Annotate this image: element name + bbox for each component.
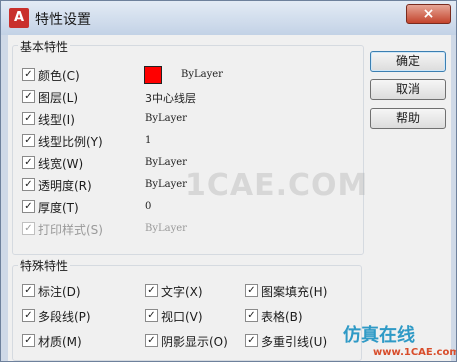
special-item-shadow-display[interactable]: ✓ 阴影显示(O): [145, 331, 255, 351]
cancel-button[interactable]: 取消: [370, 79, 446, 100]
layer-value: 3中心线层: [145, 92, 196, 105]
polyline-label: 多段线(P): [38, 310, 91, 324]
shadow-display-label: 阴影显示(O): [161, 335, 228, 349]
color-checkbox[interactable]: ✓: [22, 68, 35, 81]
hatch-checkbox[interactable]: ✓: [245, 284, 258, 297]
help-button[interactable]: 帮助: [370, 108, 446, 129]
linetype-scale-label: 线型比例(Y): [38, 135, 103, 149]
watermark: 1CAE.COM: [185, 168, 369, 203]
viewport-checkbox[interactable]: ✓: [145, 309, 158, 322]
lineweight-checkbox[interactable]: ✓: [22, 156, 35, 169]
special-item-polyline[interactable]: ✓ 多段线(P): [22, 306, 132, 326]
thickness-checkbox[interactable]: ✓: [22, 200, 35, 213]
ok-button[interactable]: 确定: [370, 51, 446, 72]
brand-url-watermark: www.1CAE.com: [373, 347, 457, 358]
polyline-checkbox[interactable]: ✓: [22, 309, 35, 322]
color-value: ByLayer: [181, 69, 223, 80]
plot-style-label: 打印样式(S): [38, 223, 103, 237]
basic-row-plot-style: ✓ 打印样式(S) ByLayer: [22, 219, 352, 239]
layer-checkbox[interactable]: ✓: [22, 90, 35, 103]
transparency-checkbox[interactable]: ✓: [22, 178, 35, 191]
lineweight-label: 线宽(W): [38, 157, 84, 171]
text-checkbox[interactable]: ✓: [145, 284, 158, 297]
text-label: 文字(X): [161, 285, 203, 299]
multileader-label: 多重引线(U): [261, 335, 328, 349]
lineweight-value: ByLayer: [145, 157, 187, 168]
special-item-hatch[interactable]: ✓ 图案填充(H): [245, 281, 355, 301]
thickness-label: 厚度(T): [38, 201, 79, 215]
brand-watermark: 仿真在线: [343, 325, 415, 346]
title-bar[interactable]: A 特性设置 ×: [1, 1, 456, 35]
multileader-checkbox[interactable]: ✓: [245, 334, 258, 347]
basic-properties-title: 基本特性: [18, 38, 71, 55]
special-properties-title: 特殊特性: [18, 257, 71, 274]
layer-label: 图层(L): [38, 91, 79, 105]
transparency-label: 透明度(R): [38, 179, 92, 193]
table-label: 表格(B): [261, 310, 303, 324]
basic-row-color[interactable]: ✓ 颜色(C) ByLayer: [22, 65, 352, 85]
basic-row-linetype-scale[interactable]: ✓ 线型比例(Y) 1: [22, 131, 352, 151]
shadow-display-checkbox[interactable]: ✓: [145, 334, 158, 347]
special-item-multileader[interactable]: ✓ 多重引线(U): [245, 331, 355, 351]
special-item-text[interactable]: ✓ 文字(X): [145, 281, 255, 301]
viewport-label: 视口(V): [161, 310, 203, 324]
window-title: 特性设置: [35, 12, 91, 28]
linetype-scale-value: 1: [145, 135, 152, 146]
linetype-value: ByLayer: [145, 113, 187, 124]
properties-settings-dialog: A 特性设置 × 基本特性 ✓ 颜色(C) ByLayer ✓ 图层(L) 3中…: [0, 0, 457, 362]
material-label: 材质(M): [38, 335, 82, 349]
dimension-label: 标注(D): [38, 285, 81, 299]
linetype-label: 线型(I): [38, 113, 75, 127]
transparency-value: ByLayer: [145, 179, 187, 190]
table-checkbox[interactable]: ✓: [245, 309, 258, 322]
dimension-checkbox[interactable]: ✓: [22, 284, 35, 297]
color-label: 颜色(C): [38, 69, 80, 83]
special-item-dimension[interactable]: ✓ 标注(D): [22, 281, 132, 301]
basic-row-layer[interactable]: ✓ 图层(L) 3中心线层: [22, 87, 352, 107]
special-item-viewport[interactable]: ✓ 视口(V): [145, 306, 255, 326]
hatch-label: 图案填充(H): [261, 285, 328, 299]
material-checkbox[interactable]: ✓: [22, 334, 35, 347]
color-swatch: [144, 66, 162, 84]
plot-style-checkbox: ✓: [22, 222, 35, 235]
special-item-material[interactable]: ✓ 材质(M): [22, 331, 132, 351]
close-button[interactable]: ×: [406, 4, 451, 24]
linetype-checkbox[interactable]: ✓: [22, 112, 35, 125]
autocad-logo-icon: A: [9, 8, 29, 28]
special-item-table[interactable]: ✓ 表格(B): [245, 306, 355, 326]
linetype-scale-checkbox[interactable]: ✓: [22, 134, 35, 147]
thickness-value: 0: [145, 201, 152, 212]
basic-row-linetype[interactable]: ✓ 线型(I) ByLayer: [22, 109, 352, 129]
plot-style-value: ByLayer: [145, 223, 187, 234]
